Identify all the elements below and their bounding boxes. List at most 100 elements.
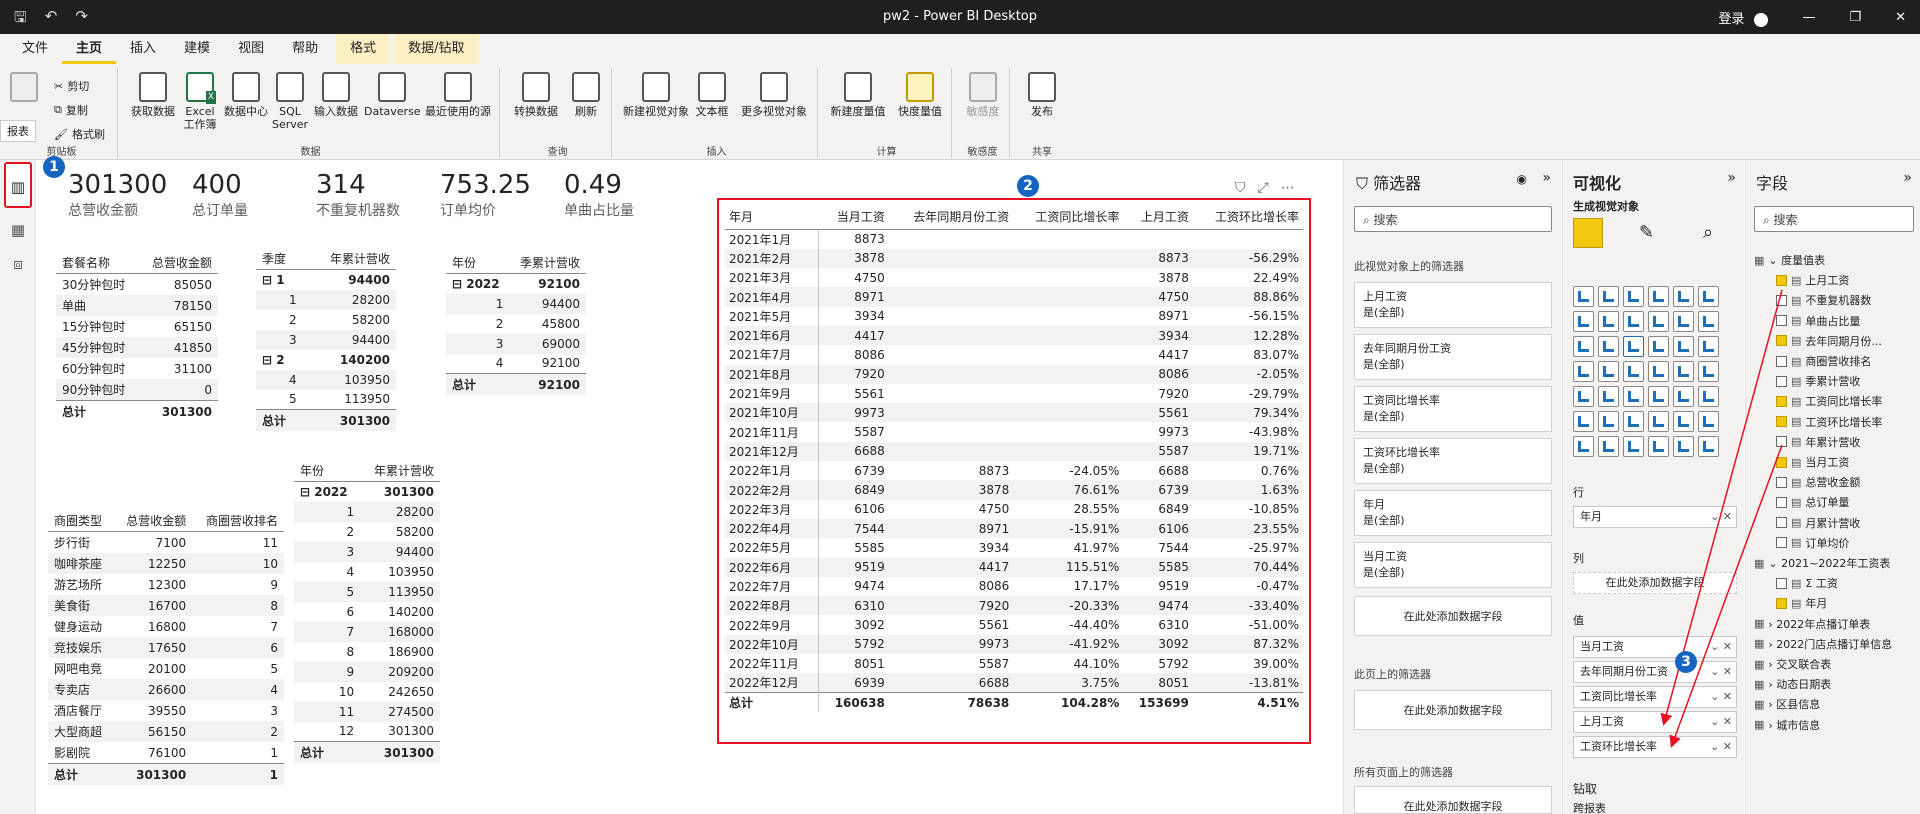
visual-type-icon[interactable] [1598,436,1619,457]
column-header[interactable]: 上月工资 [1123,204,1193,230]
visual-type-icon[interactable] [1673,311,1694,332]
column-header[interactable]: 工资同比增长率 [1013,204,1124,230]
visual-type-icon[interactable] [1698,411,1719,432]
table-row[interactable]: 2022年10月 5792 9973 -41.92% 3092 87.32% [725,634,1303,655]
format-painter-button[interactable]: 🖌 格式刷 [54,126,105,142]
filter-card[interactable]: 工资同比增长率 是(全部) [1354,386,1552,432]
column-header[interactable]: 年累计营收 [360,460,440,482]
add-visual-filter-field[interactable]: 在此处添加数据字段 [1354,596,1552,636]
minimize-icon[interactable]: — [1802,10,1815,25]
field-table-item[interactable]: › 城市信息 ▦ [1754,717,1820,733]
visual-type-icon[interactable] [1573,386,1594,407]
visual-type-icon[interactable] [1648,336,1669,357]
table-row[interactable]: 2022年5月 5585 3934 41.97% 7544 -25.97% [725,538,1303,558]
table-row[interactable]: 大型商超 56150 2 [48,721,284,742]
table-row[interactable]: 2022年6月 9519 4417 115.51% 5585 70.44% [725,557,1303,577]
rows-well-field[interactable]: 年月 ⌄ ✕ [1573,506,1737,528]
salary-table-visual[interactable]: 年月 当月工资 去年同期月份工资 工资同比增长率 上月工资 工资环比增长率 2021年1月 8… [717,198,1311,744]
field-item[interactable]: ▤ 总营收金额 [1776,474,1860,490]
table-row[interactable]: 2 45800 [446,314,586,334]
table-row[interactable]: 4 92100 [446,354,586,374]
tab-help[interactable]: 帮助 [278,34,332,64]
visual-type-icon[interactable] [1698,286,1719,307]
field-item[interactable]: ▤ 单曲占比量 [1776,313,1860,329]
kpi-card[interactable]: 301300 总营收金额 [68,170,167,220]
values-well-field[interactable]: 工资环比增长率 ⌄ ✕ [1573,736,1737,758]
table-row[interactable]: 单曲 78150 [56,295,218,316]
remove-field-icon[interactable]: ⌄ ✕ [1710,712,1732,732]
column-header[interactable]: 季累计营收 [509,252,586,274]
table-row[interactable]: 2021年3月 4750 3878 22.49% [725,268,1303,288]
visual-type-icon[interactable] [1573,336,1594,357]
tab-format[interactable]: 格式 [336,34,391,64]
remove-field-icon[interactable]: ⌄ ✕ [1710,662,1732,682]
field-table-item[interactable]: › 区县信息 ▦ [1754,696,1820,712]
tab-modeling[interactable]: 建模 [170,34,224,64]
eye-icon[interactable]: ◉ [1517,172,1527,186]
field-item[interactable]: ▤ 工资同比增长率 [1776,393,1882,409]
table-row[interactable]: 6 140200 [294,602,440,622]
visual-type-icon[interactable] [1623,286,1644,307]
field-item[interactable]: ▤ 年累计营收 [1776,434,1860,450]
values-well-field[interactable]: 工资同比增长率 ⌄ ✕ [1573,686,1737,708]
table-row[interactable]: 2021年12月 6688 5587 19.71% [725,441,1303,462]
checkbox[interactable] [1776,355,1787,367]
visual-type-icon[interactable] [1623,361,1644,382]
field-item[interactable]: ▤ 上月工资 [1776,272,1849,288]
table-row[interactable]: 2021年10月 9973 5561 79.34% [725,403,1303,423]
analytics-icon[interactable]: ⌕ [1703,222,1713,243]
column-header[interactable]: 季度 [256,248,303,270]
visual-type-icon[interactable] [1673,436,1694,457]
table-row[interactable]: 酒店餐厅 39550 3 [48,700,284,721]
collapse-pane-icon[interactable]: » [1727,170,1736,186]
quarter-matrix[interactable]: 季度 年累计营收 ⊟ 1 94400 1 28200 2 58200 3 94400 ⊟ 2 1402… [256,248,396,431]
visual-type-icon[interactable] [1623,436,1644,457]
visual-type-icon[interactable] [1673,336,1694,357]
table-row[interactable]: 2021年7月 8086 4417 83.07% [725,345,1303,365]
table-row[interactable]: 5 113950 [256,390,396,410]
package-table[interactable]: 套餐名称 总营收金额 30分钟包时 85050 单曲 78150 15分钟包时 65150 45… [56,252,218,422]
refresh-button[interactable]: 刷新 [566,72,606,118]
table-row[interactable]: 竞技娱乐 17650 6 [48,637,284,658]
filter-card[interactable]: 当月工资 是(全部) [1354,542,1552,588]
kpi-card[interactable]: 400 总订单量 [192,170,248,220]
table-row[interactable]: 4 103950 [294,562,440,582]
transform-data-button[interactable]: 转换数据 [510,72,562,118]
table-row[interactable]: 2 58200 [256,310,396,330]
district-table[interactable]: 商圈类型 总营收金额 商圈营收排名 步行街 7100 11 咖啡茶座 12250 10 游艺场所 1… [48,510,284,785]
table-row[interactable]: 10 242650 [294,682,440,702]
table-row[interactable]: 2022年9月 3092 5561 -44.40% 6310 -51.00% [725,615,1303,635]
filter-card[interactable]: 上月工资 是(全部) [1354,282,1552,328]
kpi-card[interactable]: 314 不重复机器数 [316,170,400,220]
checkbox[interactable] [1776,436,1787,448]
column-header[interactable]: 当月工资 [818,204,889,230]
checkbox[interactable] [1776,395,1787,407]
table-row[interactable]: 2022年3月 6106 4750 28.55% 6849 -10.85% [725,499,1303,519]
checkbox[interactable] [1776,517,1787,529]
enter-data-button[interactable]: 输入数据 [310,72,362,118]
visual-type-icon[interactable] [1673,286,1694,307]
table-row[interactable]: 1 94400 [446,293,586,314]
checkbox[interactable] [1776,577,1787,589]
datahub-button[interactable]: 数据中心 [222,72,270,118]
copy-button[interactable]: ⧉ 复制 [54,102,88,118]
table-row[interactable]: 网吧电竞 20100 5 [48,658,284,679]
filter-card[interactable]: 年月 是(全部) [1354,490,1552,536]
visual-type-icon[interactable] [1648,361,1669,382]
field-item[interactable]: ▤ 月累计营收 [1776,515,1860,531]
visual-type-icon[interactable] [1698,361,1719,382]
visual-type-icon[interactable] [1648,311,1669,332]
year-quarter-matrix[interactable]: 年份 季累计营收 ⊟ 2022 92100 1 94400 2 45800 3 69000 4 921… [446,252,586,395]
tab-view[interactable]: 视图 [224,34,278,64]
table-row[interactable]: 2021年9月 5561 7920 -29.79% [725,383,1303,404]
table-row[interactable]: 12 301300 [294,722,440,742]
checkbox[interactable] [1776,274,1787,286]
values-well-field[interactable]: 当月工资 ⌄ ✕ [1573,636,1737,658]
visual-type-icon[interactable] [1673,386,1694,407]
sql-server-button[interactable]: SQL Server [272,72,308,131]
close-icon[interactable]: ✕ [1895,10,1906,25]
excel-button[interactable]: Excel 工作簿 [180,72,220,131]
checkbox[interactable] [1776,416,1787,428]
visual-type-icon[interactable] [1598,361,1619,382]
table-row[interactable]: 2021年6月 4417 3934 12.28% [725,325,1303,346]
